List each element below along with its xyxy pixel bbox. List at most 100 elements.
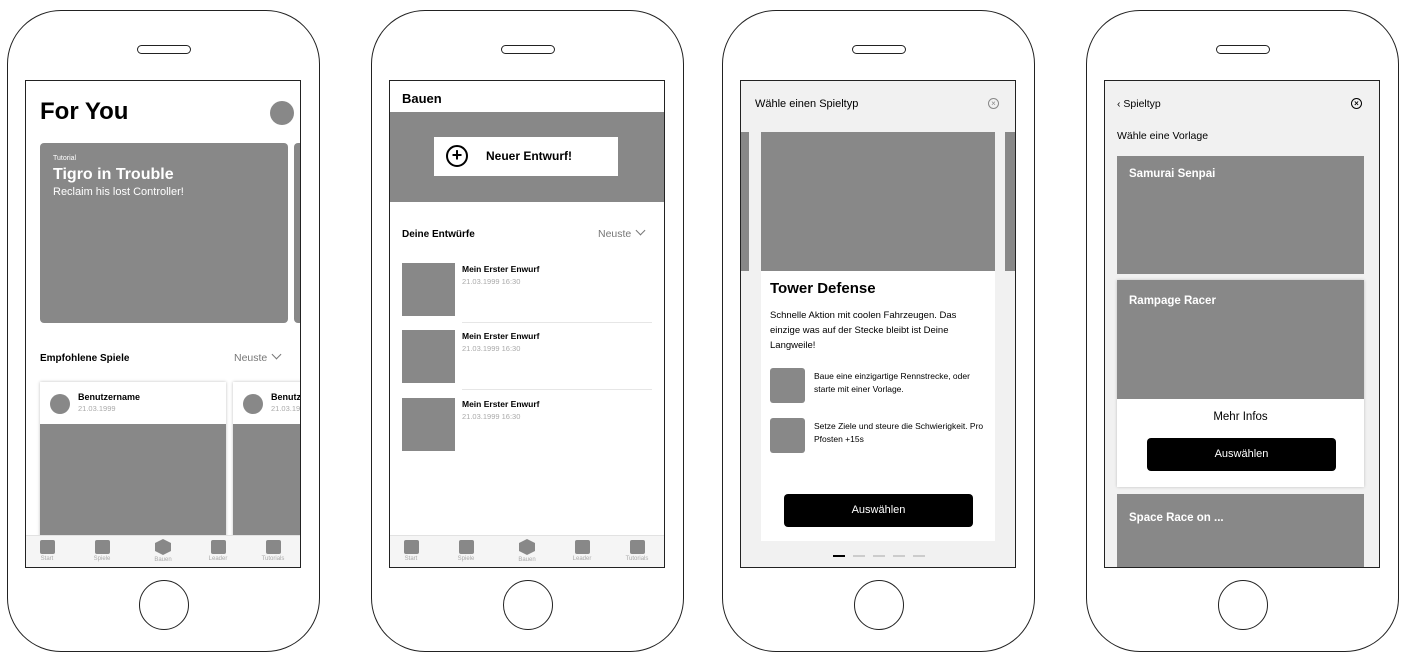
games-icon xyxy=(458,540,474,554)
leaderboard-icon xyxy=(210,540,226,554)
select-button[interactable]: Auswählen xyxy=(1147,438,1336,471)
draft-date: 21.03.1999 16:30 xyxy=(462,344,521,353)
tutorials-icon xyxy=(265,540,281,554)
nav-tutorials[interactable]: Tutorials xyxy=(251,540,295,562)
page-dot[interactable] xyxy=(893,554,905,557)
page-title: Bauen xyxy=(402,91,442,106)
select-button[interactable]: Auswählen xyxy=(784,494,973,527)
nav-label: Tutorials xyxy=(261,556,285,562)
user-avatar xyxy=(243,394,263,414)
spieltyp-card[interactable]: Tower Defense Schnelle Aktion mit coolen… xyxy=(761,132,995,541)
draft-date: 21.03.1999 16:30 xyxy=(462,277,521,286)
carousel-next-card[interactable] xyxy=(1005,132,1015,271)
draft-item[interactable]: Mein Erster Enwurf 21.03.1999 16:30 xyxy=(390,396,664,452)
game-card[interactable]: Benutzername 21.03.1999 xyxy=(40,382,226,542)
home-button[interactable] xyxy=(853,580,904,630)
close-icon[interactable]: × xyxy=(988,98,999,109)
card-image xyxy=(40,424,226,542)
hero-card-next[interactable] xyxy=(294,143,300,323)
draft-thumbnail xyxy=(402,330,455,383)
hero-card[interactable]: Tutorial Tigro in Trouble Reclaim his lo… xyxy=(40,143,288,323)
screen-bauen: Bauen + Neuer Entwurf! Deine Entwürfe Ne… xyxy=(389,80,665,568)
template-card[interactable]: Space Race on ... xyxy=(1117,494,1364,567)
page-dot[interactable] xyxy=(873,554,885,557)
nav-leader[interactable]: Leader xyxy=(196,540,240,562)
sort-label: Neuste xyxy=(598,228,632,240)
home-button[interactable] xyxy=(1217,580,1268,630)
nav-bauen[interactable]: Bauen xyxy=(141,539,185,563)
back-label: Spieltyp xyxy=(1123,98,1161,110)
nav-spiele[interactable]: Spiele xyxy=(444,540,488,562)
build-icon xyxy=(155,539,171,555)
draft-title: Mein Erster Enwurf xyxy=(462,399,540,409)
template-card-expanded[interactable]: Rampage Racer Mehr Infos Auswählen xyxy=(1117,280,1364,487)
sort-dropdown[interactable]: Neuste xyxy=(598,225,646,240)
page-subtitle: Wähle eine Vorlage xyxy=(1117,130,1209,142)
page-dot[interactable] xyxy=(913,554,925,557)
divider xyxy=(462,322,652,323)
phone-frame-4: ‹ Spieltyp × Wähle eine Vorlage Samurai … xyxy=(1086,10,1399,652)
page-indicator xyxy=(741,547,1015,565)
chevron-left-icon: ‹ xyxy=(1117,98,1121,110)
hero-tag: Tutorial xyxy=(53,155,77,162)
game-card-next[interactable]: Benutz 21.03.19 xyxy=(233,382,301,542)
draft-thumbnail xyxy=(402,263,455,316)
page-title: For You xyxy=(40,98,129,125)
nav-bauen[interactable]: Bauen xyxy=(505,539,549,563)
page-dot[interactable] xyxy=(853,554,865,557)
card-description: Schnelle Aktion mit coolen Fahrzeugen. D… xyxy=(770,310,957,351)
bottom-nav: Start Spiele Bauen Leader Tutorials xyxy=(26,535,300,567)
back-button[interactable]: ‹ Spieltyp xyxy=(1117,98,1161,110)
template-image: Rampage Racer xyxy=(1117,280,1364,399)
card-username: Benutzername xyxy=(78,392,141,402)
phone-frame-2: Bauen + Neuer Entwurf! Deine Entwürfe Ne… xyxy=(371,10,684,652)
template-title: Space Race on ... xyxy=(1129,512,1224,524)
nav-label: Bauen xyxy=(518,557,536,563)
nav-tutorials[interactable]: Tutorials xyxy=(615,540,659,562)
nav-label: Tutorials xyxy=(625,556,649,562)
nav-leader[interactable]: Leader xyxy=(560,540,604,562)
close-icon[interactable]: × xyxy=(1351,98,1362,109)
tutorials-icon xyxy=(629,540,645,554)
new-draft-banner: + Neuer Entwurf! xyxy=(390,112,664,202)
draft-title: Mein Erster Enwurf xyxy=(462,331,540,341)
phone-frame-3: Wähle einen Spieltyp × Tower Defense Sch… xyxy=(722,10,1035,652)
speaker-grille xyxy=(500,45,555,54)
template-card[interactable]: Samurai Senpai xyxy=(1117,156,1364,274)
nav-spiele[interactable]: Spiele xyxy=(80,540,124,562)
modal-header: Wähle einen Spieltyp xyxy=(755,98,859,110)
draft-thumbnail xyxy=(402,398,455,451)
sort-dropdown[interactable]: Neuste xyxy=(234,349,282,364)
new-draft-button[interactable]: + Neuer Entwurf! xyxy=(434,137,618,176)
nav-start[interactable]: Start xyxy=(26,540,69,562)
draft-date: 21.03.1999 16:30 xyxy=(462,412,521,421)
carousel-prev-card[interactable] xyxy=(741,132,749,271)
card-image xyxy=(761,132,995,271)
home-button[interactable] xyxy=(502,580,553,630)
nav-start[interactable]: Start xyxy=(390,540,433,562)
games-icon xyxy=(94,540,110,554)
screen-for-you: For You Tutorial Tigro in Trouble Reclai… xyxy=(25,80,301,568)
feature-icon xyxy=(770,368,805,403)
avatar[interactable] xyxy=(270,101,294,125)
section-title: Empfohlene Spiele xyxy=(40,353,130,364)
page-dot[interactable] xyxy=(833,554,845,557)
screen-spieltyp: Wähle einen Spieltyp × Tower Defense Sch… xyxy=(740,80,1016,568)
card-date: 21.03.19 xyxy=(271,404,301,413)
feature-icon xyxy=(770,418,805,453)
speaker-grille xyxy=(1215,45,1270,54)
draft-item[interactable]: Mein Erster Enwurf 21.03.1999 16:30 xyxy=(390,261,664,317)
new-draft-label: Neuer Entwurf! xyxy=(486,149,573,163)
divider xyxy=(462,389,652,390)
card-username: Benutz xyxy=(271,392,301,402)
nav-label: Start xyxy=(404,556,418,562)
home-button[interactable] xyxy=(138,580,189,630)
draft-item[interactable]: Mein Erster Enwurf 21.03.1999 16:30 xyxy=(390,328,664,384)
template-title: Samurai Senpai xyxy=(1129,168,1216,180)
home-icon xyxy=(403,540,419,554)
chevron-down-icon xyxy=(271,349,282,360)
more-info-link[interactable]: Mehr Infos xyxy=(1117,411,1364,423)
nav-label: Leader xyxy=(208,556,228,562)
leaderboard-icon xyxy=(574,540,590,554)
sort-label: Neuste xyxy=(234,352,268,364)
